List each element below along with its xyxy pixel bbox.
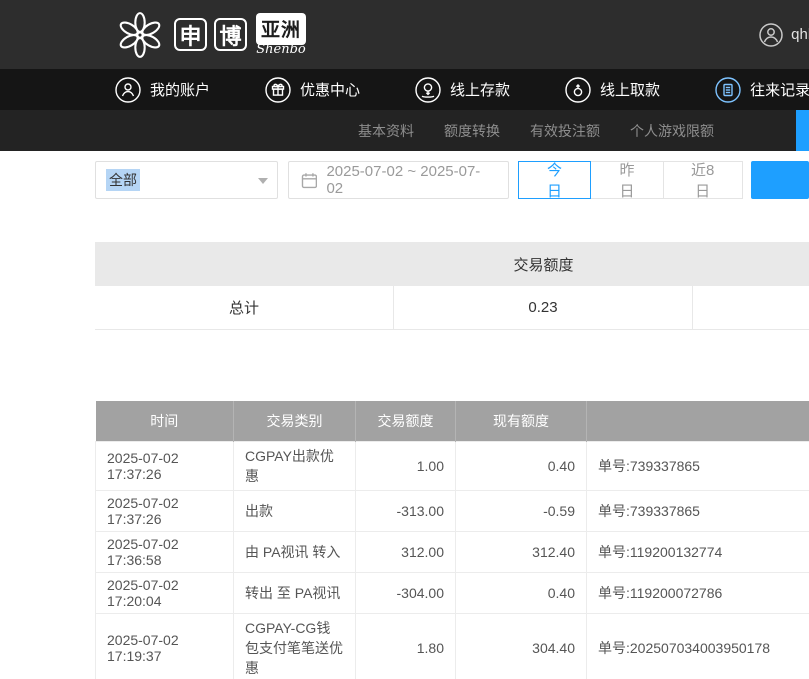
records-icon xyxy=(715,77,741,103)
column-header-type: 交易类别 xyxy=(234,401,356,441)
sub-nav: 基本资料 额度转换 有效投注额 个人游戏限额 xyxy=(0,110,809,151)
cell-balance: 312.40 xyxy=(456,531,587,572)
user-account-area[interactable]: qhhw xyxy=(759,0,809,69)
cell-amount: 312.00 xyxy=(356,531,456,572)
cell-summary: 单号:119200072786 xyxy=(587,572,809,613)
cell-balance: 0.40 xyxy=(456,441,587,490)
cell-time: 2025-07-02 17:37:26 xyxy=(96,490,234,531)
chevron-down-icon xyxy=(258,178,268,184)
filter-bar: 全部 2025-07-02 ~ 2025-07-02 今日 昨日 近8日 xyxy=(95,161,809,201)
cell-time: 2025-07-02 17:20:04 xyxy=(96,572,234,613)
subnav-item-basic-info[interactable]: 基本资料 xyxy=(358,121,414,141)
nav-label: 往来记录 xyxy=(750,79,809,100)
summary-total-value: 0.23 xyxy=(394,286,693,329)
table-row: 2025-07-02 17:37:26 CGPAY出款优惠 1.00 0.40 … xyxy=(96,441,809,490)
summary-header-empty xyxy=(95,242,394,286)
cell-amount: 1.00 xyxy=(356,441,456,490)
search-button[interactable] xyxy=(751,161,809,199)
table-header-row: 时间 交易类别 交易额度 现有额度 摘要 xyxy=(96,401,809,441)
table-row: 2025-07-02 17:36:58 由 PA视讯 转入 312.00 312… xyxy=(96,531,809,572)
subnav-item-credit-transfer[interactable]: 额度转换 xyxy=(444,121,500,141)
nav-item-transaction-records[interactable]: 往来记录 xyxy=(715,77,809,103)
subnav-active-tab[interactable] xyxy=(796,110,809,151)
flower-logo-icon xyxy=(113,10,167,60)
column-header-time: 时间 xyxy=(96,401,234,441)
logo-region-wrap: 亚洲 Shenbo xyxy=(256,13,306,57)
cell-type: 由 PA视讯 转入 xyxy=(234,531,356,572)
cell-summary: 单号:739337865 xyxy=(587,490,809,531)
logo-region-label: 亚洲 xyxy=(256,13,306,45)
summary-total-label: 总计 xyxy=(95,286,394,329)
date-range-input[interactable]: 2025-07-02 ~ 2025-07-02 xyxy=(288,161,509,199)
cell-amount: -304.00 xyxy=(356,572,456,613)
nav-label: 线上取款 xyxy=(600,79,660,100)
cell-type: 出款 xyxy=(234,490,356,531)
nav-item-online-withdrawal[interactable]: 线上取款 xyxy=(565,77,660,103)
nav-item-promotions[interactable]: 优惠中心 xyxy=(265,77,360,103)
summary-header-row: 交易额度 xyxy=(95,242,809,286)
yesterday-button[interactable]: 昨日 xyxy=(590,161,663,199)
cell-balance: 0.40 xyxy=(456,572,587,613)
top-header: 申 博 亚洲 Shenbo qhhw xyxy=(0,0,809,69)
column-header-summary: 摘要 xyxy=(587,401,809,441)
date-range-value: 2025-07-02 ~ 2025-07-02 xyxy=(326,163,495,197)
summary-table: 交易额度 总计 0.23 xyxy=(95,242,809,330)
nav-item-online-deposit[interactable]: 线上存款 xyxy=(415,77,510,103)
summary-header-amount: 交易额度 xyxy=(394,242,693,286)
cell-type: CGPAY-CG钱包支付笔笔送优惠 xyxy=(234,613,356,679)
transactions-table: 时间 交易类别 交易额度 现有额度 摘要 2025-07-02 17:37:26… xyxy=(95,401,809,679)
deposit-icon xyxy=(415,77,441,103)
promo-icon xyxy=(265,77,291,103)
user-avatar-icon xyxy=(759,23,783,47)
table-row: 2025-07-02 17:37:26 出款 -313.00 -0.59 单号:… xyxy=(96,490,809,531)
cell-amount: -313.00 xyxy=(356,490,456,531)
brand-logo[interactable]: 申 博 亚洲 Shenbo xyxy=(113,10,306,60)
cell-type: CGPAY出款优惠 xyxy=(234,441,356,490)
cell-amount: 1.80 xyxy=(356,613,456,679)
last-8-days-button[interactable]: 近8日 xyxy=(663,161,743,199)
logo-script-label: Shenbo xyxy=(256,42,306,57)
column-header-balance: 现有额度 xyxy=(456,401,587,441)
type-select-value: 全部 xyxy=(106,169,140,191)
cell-summary: 单号:119200132774 xyxy=(587,531,809,572)
quick-date-buttons: 今日 昨日 近8日 xyxy=(519,161,743,199)
summary-total-cut xyxy=(693,286,809,329)
main-nav: 我的账户 优惠中心 线上存款 线上取款 往来记录 xyxy=(0,69,809,110)
cell-balance: 304.40 xyxy=(456,613,587,679)
nav-label: 线上存款 xyxy=(450,79,510,100)
withdraw-icon xyxy=(565,77,591,103)
logo-char-shen: 申 xyxy=(174,18,207,51)
column-header-amount: 交易额度 xyxy=(356,401,456,441)
today-button[interactable]: 今日 xyxy=(518,161,591,199)
calendar-icon xyxy=(301,172,318,189)
cell-type: 转出 至 PA视讯 xyxy=(234,572,356,613)
nav-label: 我的账户 xyxy=(150,79,210,100)
table-row: 2025-07-02 17:20:04 转出 至 PA视讯 -304.00 0.… xyxy=(96,572,809,613)
cell-time: 2025-07-02 17:19:37 xyxy=(96,613,234,679)
type-select[interactable]: 全部 xyxy=(95,161,278,199)
cell-time: 2025-07-02 17:37:26 xyxy=(96,441,234,490)
summary-total-row: 总计 0.23 xyxy=(95,286,809,330)
cell-summary: 单号:202507034003950178 xyxy=(587,613,809,679)
table-row: 2025-07-02 17:19:37 CGPAY-CG钱包支付笔笔送优惠 1.… xyxy=(96,613,809,679)
account-icon xyxy=(115,77,141,103)
subnav-item-personal-game-limit[interactable]: 个人游戏限额 xyxy=(630,121,714,141)
summary-header-cut xyxy=(693,242,809,286)
subnav-item-valid-bets[interactable]: 有效投注额 xyxy=(530,121,600,141)
nav-item-my-account[interactable]: 我的账户 xyxy=(115,77,210,103)
cell-balance: -0.59 xyxy=(456,490,587,531)
logo-char-bo: 博 xyxy=(214,18,247,51)
cell-time: 2025-07-02 17:36:58 xyxy=(96,531,234,572)
username-label: qhhw xyxy=(791,26,809,43)
nav-label: 优惠中心 xyxy=(300,79,360,100)
cell-summary: 单号:739337865 xyxy=(587,441,809,490)
